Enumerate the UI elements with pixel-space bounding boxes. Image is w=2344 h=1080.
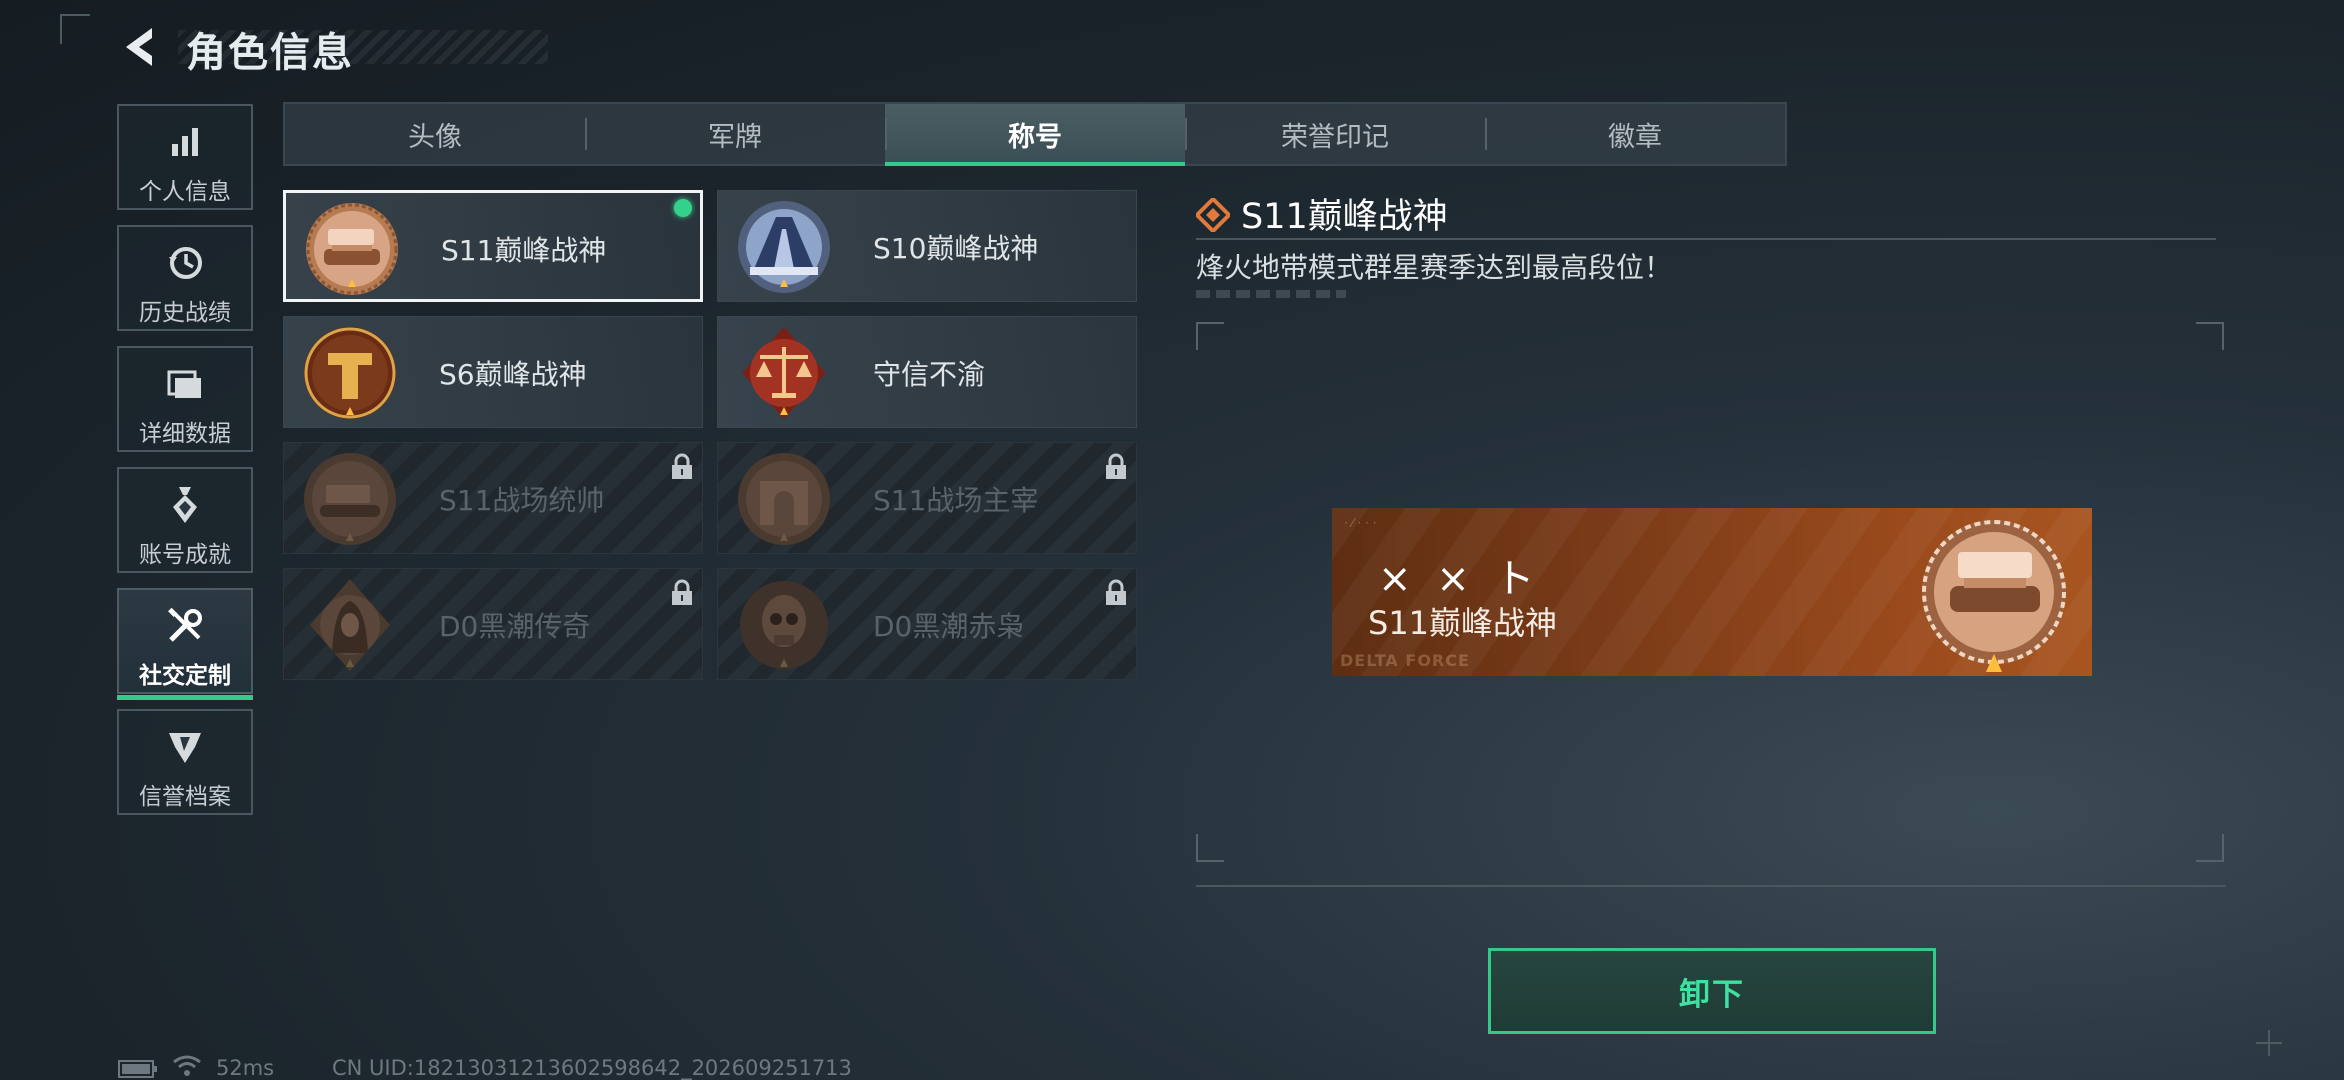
hooded-figure-emblem-icon — [310, 579, 390, 671]
tab-title[interactable]: 称号 — [885, 104, 1185, 166]
title-name: S6巅峰战神 — [439, 358, 587, 391]
t-emblem-icon — [304, 327, 396, 419]
title-preview-banner: · ⁄ · · · × × ト S11巅峰战神 DELTA FORCE — [1332, 508, 2092, 676]
sidebar-item-achievements[interactable]: 账号成就 — [117, 467, 253, 573]
title-card-s11-dominator[interactable]: S11战场主宰 — [717, 442, 1137, 554]
armored-vehicle-emblem-icon — [304, 453, 396, 545]
tab-honor-mark[interactable]: 荣誉印记 — [1185, 104, 1485, 164]
tank-emblem-icon — [306, 203, 398, 295]
title-name: D0黑潮传奇 — [439, 610, 591, 643]
title-name: S11战场主宰 — [873, 484, 1039, 517]
equipped-indicator — [674, 199, 692, 217]
detail-title: S11巅峰战神 — [1241, 197, 1448, 237]
back-arrow-icon — [126, 28, 152, 66]
banner-title-name: S11巅峰战神 — [1368, 604, 1558, 642]
sidebar-item-label: 个人信息 — [139, 179, 231, 205]
sidebar-item-history[interactable]: 历史战绩 — [117, 225, 253, 331]
tab-avatar[interactable]: 头像 — [285, 104, 585, 164]
title-name: S11巅峰战神 — [441, 234, 607, 267]
page-title: 角色信息 — [186, 30, 354, 76]
banner-symbols: × × ト — [1378, 556, 1541, 602]
history-clock-icon — [119, 241, 251, 285]
title-card-s11-commander[interactable]: S11战场统帅 — [283, 442, 703, 554]
sidebar-item-credit[interactable]: 信誉档案 — [117, 709, 253, 815]
title-name: S10巅峰战神 — [873, 232, 1039, 265]
back-button[interactable] — [116, 22, 166, 72]
title-card-d0-red-owl[interactable]: D0黑潮赤枭 — [717, 568, 1137, 680]
decorative-bar — [1196, 290, 1346, 298]
banner-code: · ⁄ · · · — [1344, 516, 1377, 530]
title-name: S11战场统帅 — [439, 484, 605, 517]
title-card-d0-legend[interactable]: D0黑潮传奇 — [283, 568, 703, 680]
title-card-s10-peak[interactable]: S10巅峰战神 — [717, 190, 1137, 302]
sidebar-item-label: 信誉档案 — [139, 784, 231, 810]
corner-bracket — [60, 14, 90, 44]
lock-icon — [672, 579, 692, 605]
sidebar-item-label: 历史战绩 — [139, 300, 231, 326]
scales-emblem-icon — [742, 327, 826, 419]
ping-value: 52ms — [216, 1056, 275, 1080]
sidebar-item-label: 详细数据 — [139, 421, 231, 447]
tab-bar: 头像 军牌 称号 荣誉印记 徽章 — [283, 102, 1787, 166]
detail-description: 烽火地带模式群星赛季达到最高段位！ — [1196, 251, 1673, 284]
title-name: D0黑潮赤枭 — [873, 610, 1025, 643]
sidebar-item-label: 账号成就 — [139, 542, 231, 568]
banner-watermark: DELTA FORCE — [1340, 651, 1470, 670]
divider — [1196, 885, 2226, 887]
achievement-icon — [119, 483, 251, 527]
tab-badge[interactable]: 徽章 — [1485, 104, 1785, 164]
bar-chart-icon — [119, 120, 251, 164]
sidebar-item-details[interactable]: 详细数据 — [117, 346, 253, 452]
sidebar-item-social[interactable]: 社交定制 — [117, 588, 253, 700]
title-card-s11-peak[interactable]: S11巅峰战神 — [283, 190, 703, 302]
title-name: 守信不渝 — [873, 358, 986, 391]
tank-emblem-icon — [1922, 520, 2066, 672]
battery-icon — [118, 1060, 157, 1078]
sidebar-item-label: 社交定制 — [139, 663, 231, 689]
lock-icon — [1106, 579, 1126, 605]
tools-icon — [119, 604, 251, 648]
shield-badge-icon — [119, 725, 251, 769]
tab-dogtag[interactable]: 军牌 — [585, 104, 885, 164]
lock-icon — [672, 453, 692, 479]
crosshair-mark-icon — [2256, 1030, 2282, 1056]
diamond-marker-icon — [1196, 198, 1230, 232]
title-card-faithful[interactable]: 守信不渝 — [717, 316, 1137, 428]
title-card-s6-peak[interactable]: S6巅峰战神 — [283, 316, 703, 428]
lock-icon — [1106, 453, 1126, 479]
folder-icon — [119, 362, 251, 406]
unequip-button[interactable]: 卸下 — [1488, 948, 1936, 1034]
skull-emblem-icon — [740, 581, 828, 669]
sidebar-item-profile[interactable]: 个人信息 — [117, 104, 253, 210]
tower-emblem-icon — [738, 201, 830, 293]
uid-text: CN UID:18213031213602598642_202609251713 — [332, 1056, 852, 1080]
wifi-icon — [173, 1055, 201, 1076]
arch-emblem-icon — [738, 453, 830, 545]
divider — [1196, 238, 2216, 240]
